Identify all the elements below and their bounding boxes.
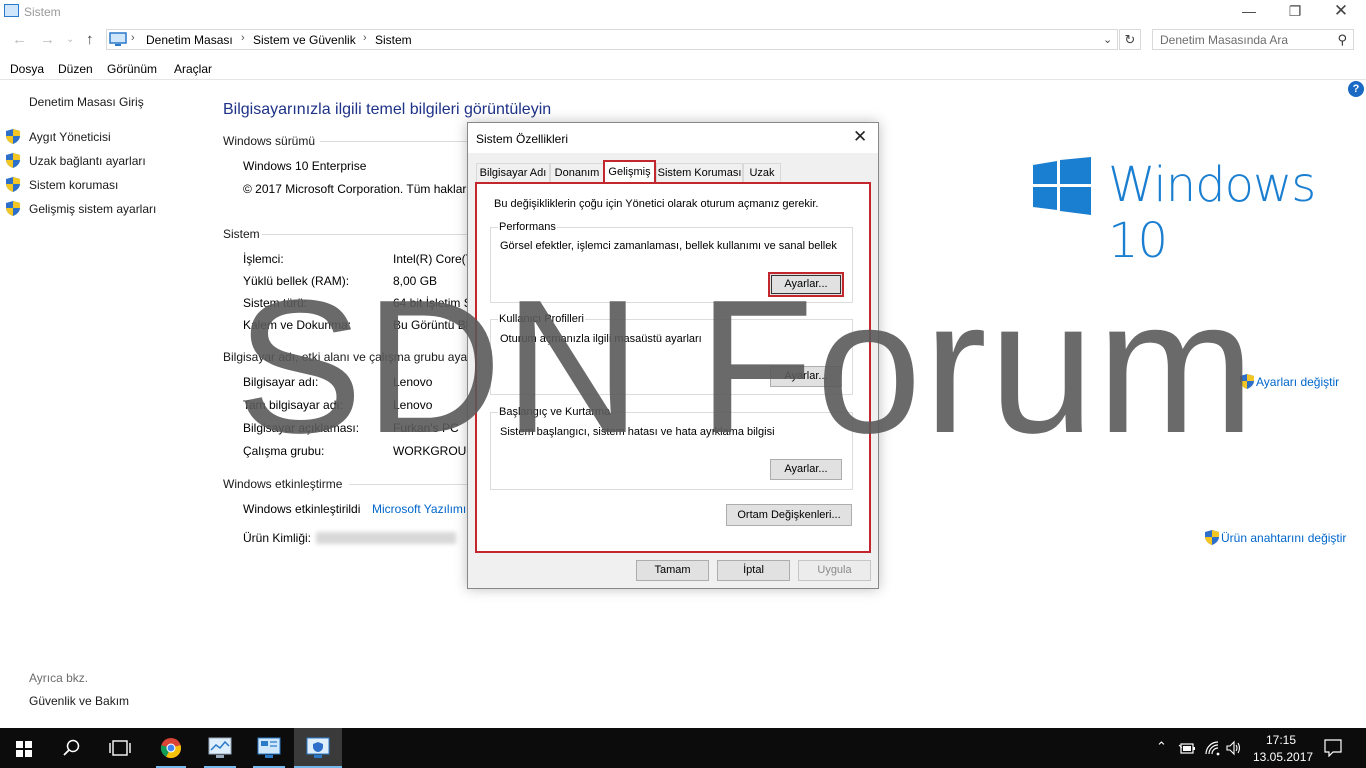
- back-arrow-icon[interactable]: ←: [12, 31, 27, 48]
- page-title: Bilgisayarınızla ilgili temel bilgileri …: [223, 101, 552, 118]
- shield-icon: [1205, 530, 1219, 545]
- section-divider: [320, 141, 470, 142]
- activation-status-label: Windows etkinleştirildi: [243, 502, 361, 516]
- section-system: Sistem: [223, 227, 260, 241]
- tab-computer-name[interactable]: Bilgisayar Adı: [476, 163, 550, 183]
- section-windows-edition: Windows sürümü: [223, 134, 316, 148]
- menu-view[interactable]: Görünüm: [107, 62, 157, 76]
- wifi-icon[interactable]: [1204, 740, 1220, 756]
- sidebar-item-label: Sistem koruması: [29, 178, 119, 192]
- performance-group-label: Performans: [498, 221, 557, 233]
- section-activation: Windows etkinleştirme: [223, 477, 343, 491]
- menu-file[interactable]: Dosya: [10, 62, 44, 76]
- product-id-blurred: [316, 532, 456, 544]
- breadcrumb-separator: ›: [363, 32, 367, 44]
- breadcrumb-separator: ›: [131, 32, 135, 44]
- menu-edit[interactable]: Düzen: [58, 62, 93, 76]
- volume-icon[interactable]: [1226, 740, 1242, 756]
- control-panel-home-link[interactable]: Denetim Masası Giriş: [29, 95, 144, 109]
- action-center-icon[interactable]: [1324, 739, 1342, 757]
- search-icon[interactable]: [63, 739, 81, 757]
- section-divider: [262, 234, 470, 235]
- windows-logo-text: Windows 10: [1108, 157, 1316, 269]
- performance-monitor-icon[interactable]: [208, 737, 232, 759]
- menu-divider: [0, 79, 1366, 80]
- sidebar-item-label: Gelişmiş sistem ayarları: [29, 202, 157, 216]
- tab-remote[interactable]: Uzak: [743, 163, 781, 183]
- start-windows-icon[interactable]: [16, 741, 32, 757]
- change-settings-label: Ayarları değiştir: [1256, 375, 1340, 389]
- control-panel-icon[interactable]: [257, 737, 281, 759]
- window-title: Sistem: [24, 5, 61, 19]
- close-button[interactable]: ✕: [1318, 0, 1364, 24]
- license-terms-link[interactable]: Microsoft Yazılımı: [372, 502, 466, 516]
- shield-icon: [6, 153, 20, 168]
- breadcrumb-system[interactable]: Sistem: [375, 33, 412, 47]
- clock-date[interactable]: 13.05.2017: [1253, 750, 1313, 764]
- edition-name: Windows 10 Enterprise: [243, 159, 367, 173]
- system-icon: [306, 737, 330, 758]
- search-input[interactable]: [1153, 30, 1323, 49]
- system-window-taskbar-button[interactable]: [294, 728, 342, 768]
- sidebar-item-label: Uzak bağlantı ayarları: [29, 154, 146, 168]
- clock-time[interactable]: 17:15: [1266, 733, 1296, 747]
- minimize-button[interactable]: —: [1226, 0, 1272, 24]
- address-bar[interactable]: › Denetim Masası › Sistem ve Güvenlik › …: [106, 29, 1118, 50]
- menu-bar: Dosya Düzen Görünüm Araçlar: [0, 58, 1366, 78]
- windows-logo-icon: [1033, 157, 1091, 215]
- recent-chevron-icon[interactable]: ⌄: [66, 34, 74, 45]
- chrome-icon[interactable]: [160, 737, 182, 759]
- tab-advanced[interactable]: Gelişmiş: [603, 160, 656, 184]
- copyright-text: © 2017 Microsoft Corporation. Tüm haklar: [243, 182, 467, 196]
- up-arrow-icon[interactable]: ↑: [86, 31, 94, 48]
- address-dropdown-icon[interactable]: ⌄: [1103, 33, 1112, 46]
- title-bar: Sistem — ❐ ✕: [0, 0, 1366, 24]
- apply-button[interactable]: Uygula: [798, 560, 871, 581]
- refresh-button[interactable]: ↻: [1119, 29, 1141, 50]
- dialog-title: Sistem Özellikleri: [476, 132, 569, 146]
- system-app-icon: [4, 4, 19, 17]
- help-icon[interactable]: ?: [1348, 81, 1364, 97]
- cancel-button[interactable]: İptal: [717, 560, 790, 581]
- tray-chevron-icon[interactable]: ⌃: [1156, 739, 1167, 755]
- tab-system-protection[interactable]: Sistem Koruması: [656, 163, 743, 183]
- shield-icon: [6, 129, 20, 144]
- performance-description: Görsel efektler, işlemci zamanlaması, be…: [500, 240, 837, 252]
- breadcrumb-control-panel[interactable]: Denetim Masası: [146, 33, 233, 47]
- search-icon[interactable]: ⚲: [1337, 32, 1347, 48]
- environment-variables-button[interactable]: Ortam Değişkenleri...: [726, 504, 852, 526]
- admin-notice: Bu değişikliklerin çoğu için Yönetici ol…: [494, 198, 819, 210]
- breadcrumb-separator: ›: [241, 32, 245, 44]
- see-also-label: Ayrıca bkz.: [29, 671, 89, 685]
- breadcrumb-system-security[interactable]: Sistem ve Güvenlik: [253, 33, 356, 47]
- security-maintenance-link[interactable]: Güvenlik ve Bakım: [29, 694, 129, 708]
- product-id-label: Ürün Kimliği:: [243, 531, 312, 545]
- forward-arrow-icon[interactable]: →: [40, 31, 55, 48]
- navigation-row: ← → ⌄ ↑ › Denetim Masası › Sistem ve Güv…: [0, 28, 1366, 52]
- ok-button[interactable]: Tamam: [636, 560, 709, 581]
- section-divider: [349, 484, 469, 485]
- shield-icon: [6, 201, 20, 216]
- watermark-text: SDN Forum: [236, 261, 1257, 473]
- battery-icon[interactable]: [1178, 741, 1196, 755]
- shield-icon: [6, 177, 20, 192]
- menu-tools[interactable]: Araçlar: [174, 62, 212, 76]
- search-box[interactable]: ⚲: [1152, 29, 1354, 50]
- dialog-title-bar: Sistem Özellikleri ✕: [468, 123, 878, 153]
- computer-icon: [109, 32, 127, 46]
- sidebar-item-label: Aygıt Yöneticisi: [29, 130, 111, 144]
- taskbar: ⌃ 17:15 13.05.2017: [0, 728, 1366, 768]
- dialog-close-icon[interactable]: ✕: [853, 127, 867, 147]
- tab-hardware[interactable]: Donanım: [550, 163, 604, 183]
- change-product-key-label: Ürün anahtarını değiştir: [1221, 531, 1347, 545]
- task-view-icon[interactable]: [109, 740, 131, 756]
- restore-button[interactable]: ❐: [1272, 0, 1318, 24]
